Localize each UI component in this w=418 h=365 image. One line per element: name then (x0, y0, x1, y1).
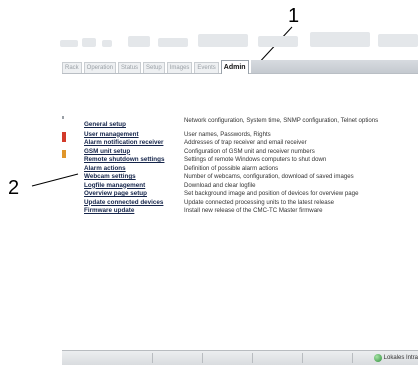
callout-number-1: 1 (288, 5, 300, 27)
tab-bar: Rack Operation Status Setup Images Events Admi… (62, 60, 418, 74)
menu-description: Definition of possible alarm actions (184, 164, 279, 172)
menu-description: User names, Passwords, Rights (184, 130, 271, 138)
menu-row: User management User names, Passwords, Ri… (84, 131, 418, 140)
menu-link-alarm-notification-receiver[interactable]: Alarm notification receiver (84, 139, 184, 148)
tab-setup[interactable]: Setup (143, 62, 165, 74)
menu-row: Remote shutdown settings Settings of remo… (84, 156, 418, 165)
callout-line-2 (31, 173, 79, 187)
menu-row: Webcam settings Number of webcams, config… (84, 173, 418, 182)
menu-link-general-setup[interactable]: General setup (84, 117, 184, 130)
menu-link-webcam-settings[interactable]: Webcam settings (84, 173, 184, 182)
menu-description: Download and clear logfile (184, 181, 256, 189)
globe-icon (373, 354, 382, 362)
menu-link-gsm-unit-setup[interactable]: GSM unit setup (84, 148, 184, 157)
status-bar: Lokales Intra (62, 350, 418, 365)
menu-link-update-connected-devices[interactable]: Update connected devices (84, 199, 184, 208)
admin-menu-table: General setup Network configuration, Syst… (84, 117, 418, 216)
accent-yellow (62, 116, 64, 119)
menu-row: Logfile management Download and clear log… (84, 182, 418, 191)
tab-status[interactable]: Status (118, 62, 142, 74)
menu-link-firmware-update[interactable]: Firmware update (84, 207, 184, 216)
menu-row: Alarm actions Definition of possible alar… (84, 165, 418, 174)
menu-link-remote-shutdown-settings[interactable]: Remote shutdown settings (84, 156, 184, 165)
menu-description: Install new release of the CMC-TC Master… (184, 207, 323, 214)
tab-operation[interactable]: Operation (83, 62, 117, 74)
menu-row: Firmware update Install new release of th… (84, 207, 418, 216)
status-zone: Lokales Intra (373, 354, 418, 362)
menu-description: Update connected processing units to the… (184, 198, 335, 206)
menu-row: General setup Network configuration, Syst… (84, 117, 418, 130)
menu-link-user-management[interactable]: User management (84, 131, 184, 140)
menu-description: Network configuration, System time, SNMP… (184, 117, 379, 124)
menu-row: Overview page setup Set background image … (84, 190, 418, 199)
callout-number-2: 2 (8, 177, 20, 199)
menu-description: Set background image and position of dev… (184, 190, 359, 197)
menu-row: Alarm notification receiver Addresses of … (84, 139, 418, 148)
menu-link-logfile-management[interactable]: Logfile management (84, 182, 184, 191)
menu-description: Configuration of GSM unit and receiver n… (184, 147, 315, 155)
tab-rack[interactable]: Rack (62, 62, 82, 74)
tab-bar-filler (250, 60, 418, 74)
accent-orange (62, 150, 66, 158)
menu-row: Update connected devices Update connected… (84, 199, 418, 208)
accent-red (62, 132, 66, 142)
menu-description: Settings of remote Windows computers to … (184, 156, 327, 163)
menu-row: GSM unit setup Configuration of GSM unit … (84, 148, 418, 157)
status-zone-label: Lokales Intra (383, 355, 418, 361)
menu-description: Number of webcams, configuration, downlo… (184, 173, 354, 180)
menu-link-overview-page-setup[interactable]: Overview page setup (84, 190, 184, 199)
tab-admin[interactable]: Admin (220, 60, 249, 74)
menu-description: Addresses of trap receiver and email rec… (184, 139, 307, 146)
menu-link-alarm-actions[interactable]: Alarm actions (84, 165, 184, 174)
header-logo-graphic (58, 26, 418, 56)
tab-events[interactable]: Events (194, 62, 219, 74)
tab-images[interactable]: Images (166, 62, 193, 74)
